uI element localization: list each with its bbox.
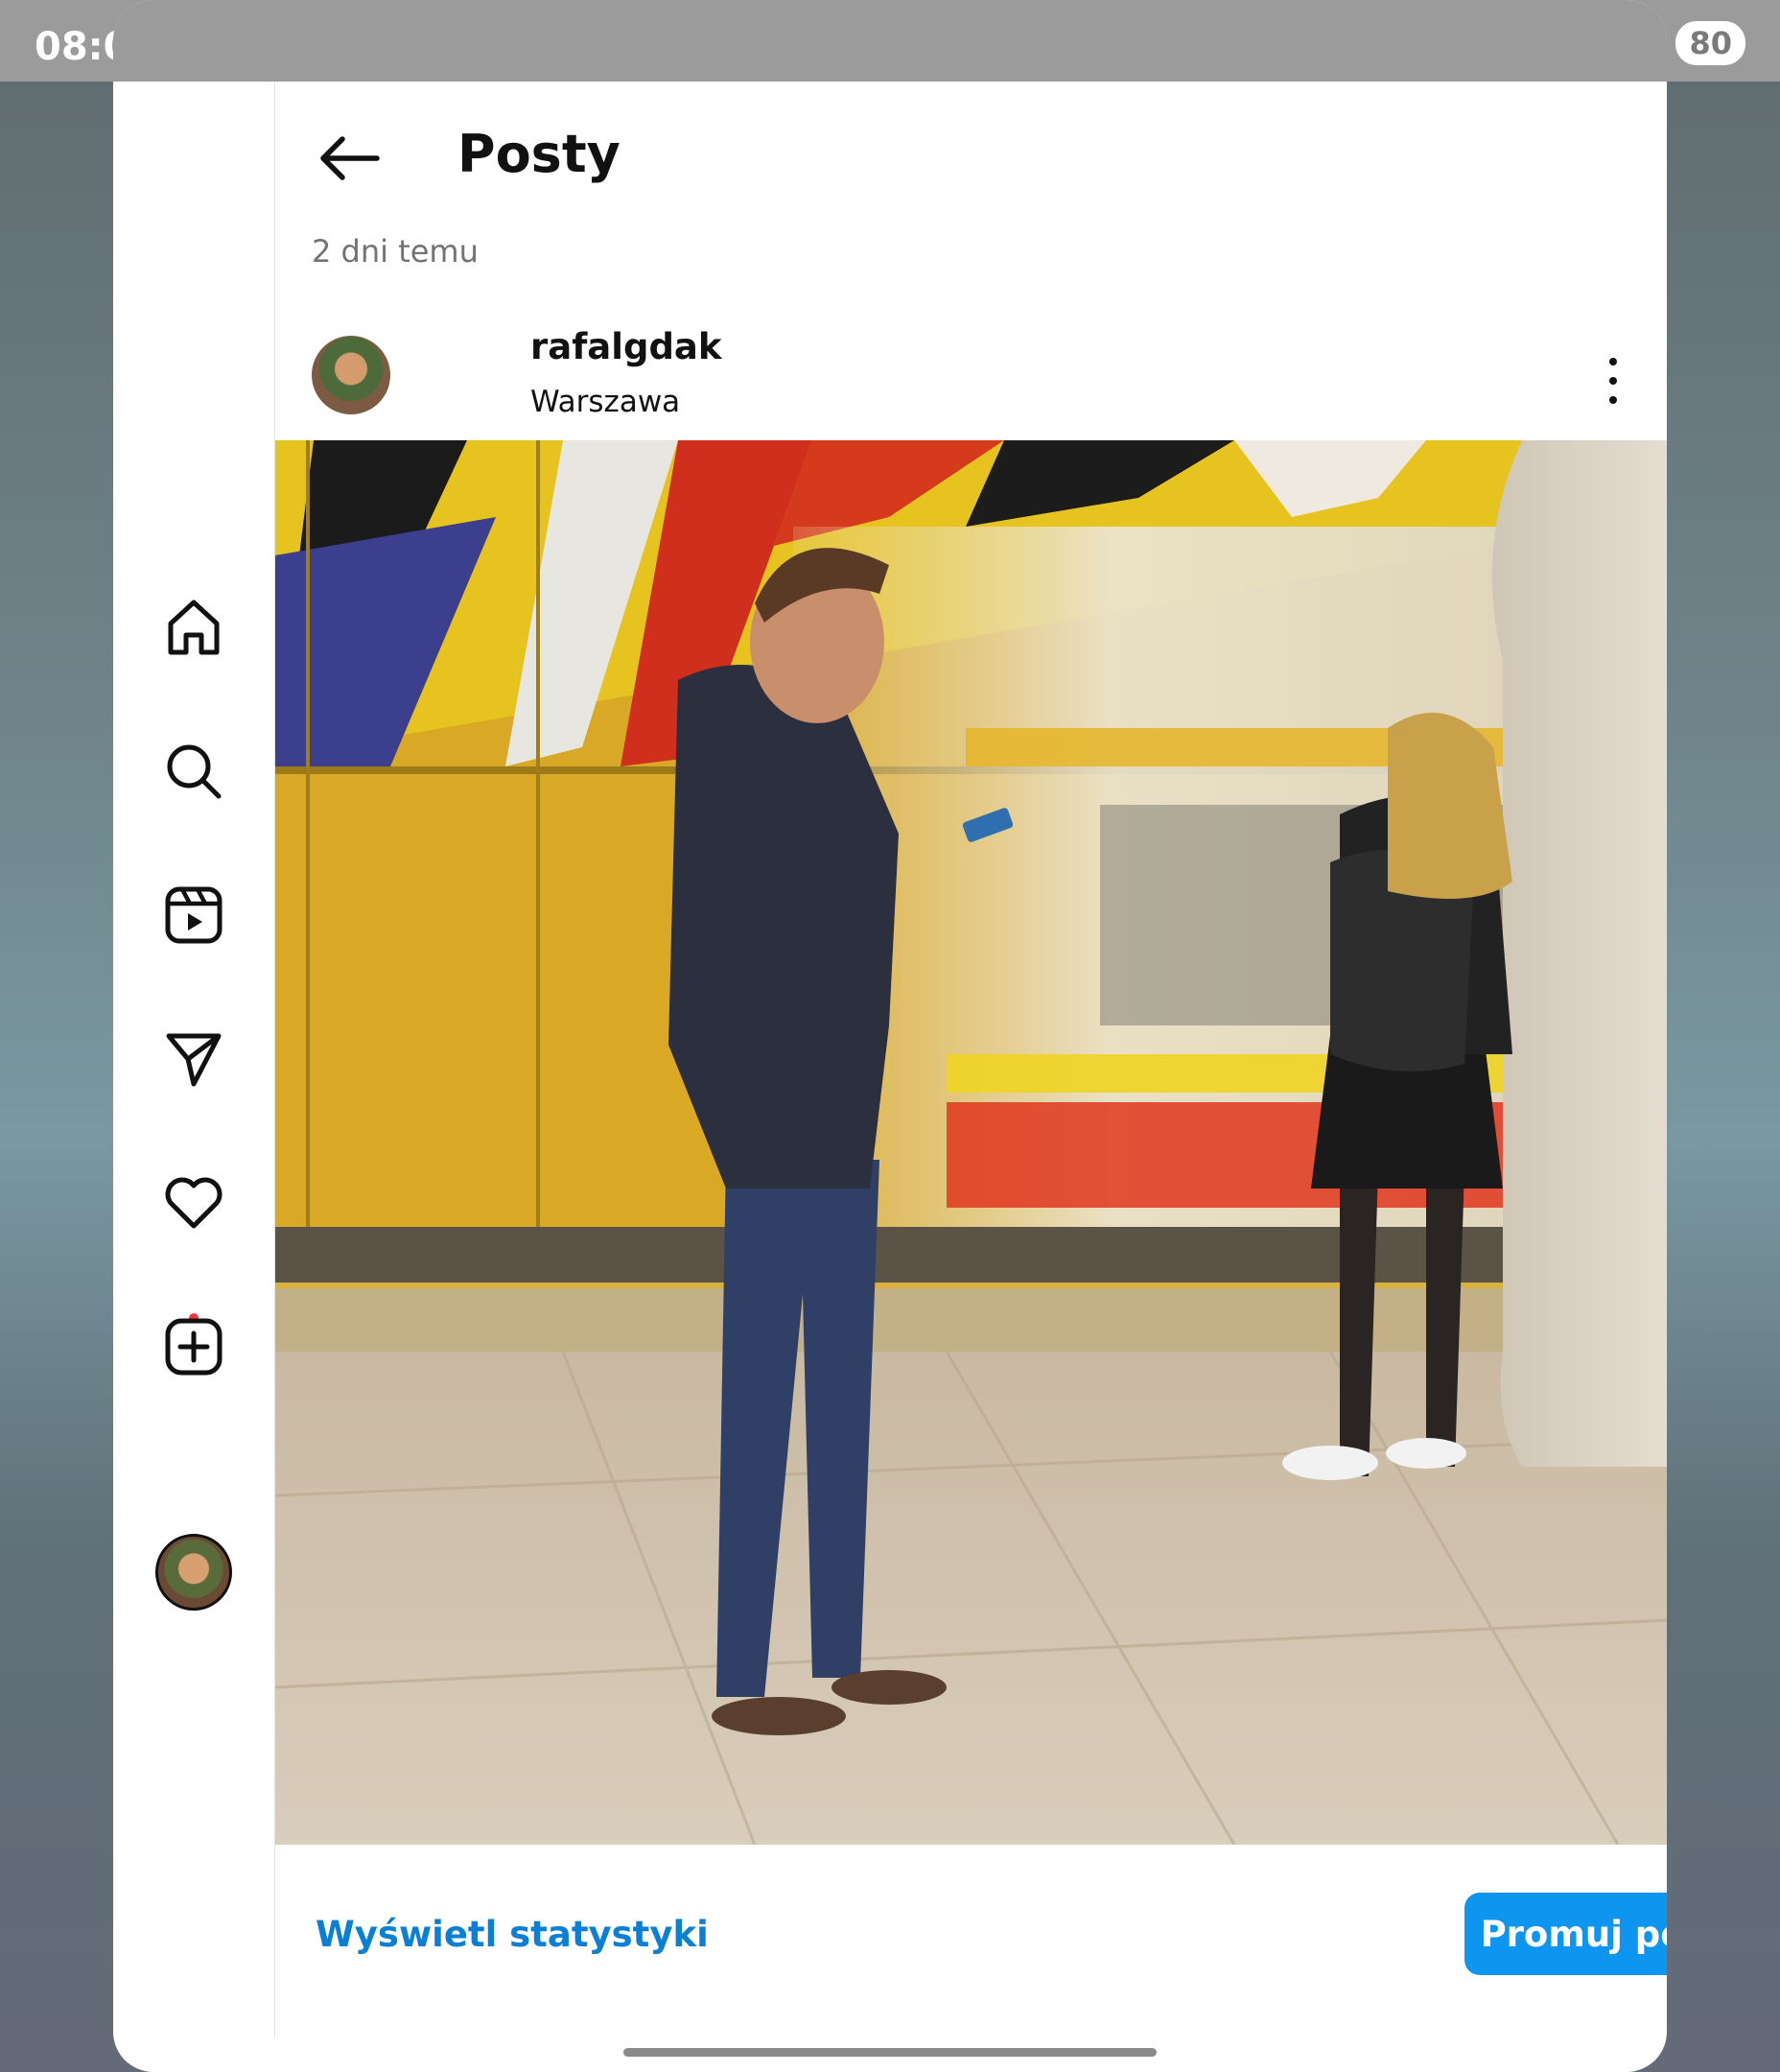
plus-square-icon <box>165 1318 222 1376</box>
post-username[interactable]: rafalgdak <box>530 326 722 367</box>
nav-notifications[interactable] <box>159 1168 228 1237</box>
view-insights-link[interactable]: Wyświetl statystyki <box>316 1914 709 1955</box>
nav-rail <box>113 82 275 2038</box>
post-image[interactable] <box>275 440 1667 1845</box>
metro-photo <box>275 440 1667 1845</box>
header: Posty <box>275 82 1667 225</box>
more-options-button[interactable] <box>1599 352 1628 410</box>
battery-indicator: 80 <box>1675 21 1745 65</box>
promote-post-button[interactable]: Promuj post <box>1464 1893 1667 1975</box>
arrow-left-icon <box>320 136 380 180</box>
app-window: Posty 2 dni temu rafalgdak Warszawa Wyśw… <box>113 0 1667 2072</box>
send-icon <box>166 1033 222 1087</box>
back-button[interactable] <box>316 128 383 189</box>
nav-search[interactable] <box>159 737 228 806</box>
nav-reels[interactable] <box>159 881 228 950</box>
home-indicator[interactable] <box>623 2048 1157 2057</box>
search-icon <box>167 744 222 799</box>
post-author-avatar[interactable] <box>312 336 390 414</box>
nav-profile-avatar[interactable] <box>155 1534 232 1611</box>
nav-create[interactable] <box>159 1312 228 1381</box>
post-timestamp: 2 dni temu <box>312 233 479 270</box>
post-location[interactable]: Warszawa <box>530 385 680 419</box>
page-title: Posty <box>457 124 621 184</box>
nav-home[interactable] <box>159 593 228 662</box>
post-actions-row: Wyświetl statystyki Promuj post <box>275 1845 1667 1998</box>
nav-messages[interactable] <box>159 1024 228 1094</box>
main-content: Posty 2 dni temu rafalgdak Warszawa Wyśw… <box>275 82 1667 2038</box>
home-icon <box>168 600 220 655</box>
heart-icon <box>165 1177 222 1229</box>
reels-icon <box>165 886 222 944</box>
more-dot-icon <box>1609 358 1617 365</box>
